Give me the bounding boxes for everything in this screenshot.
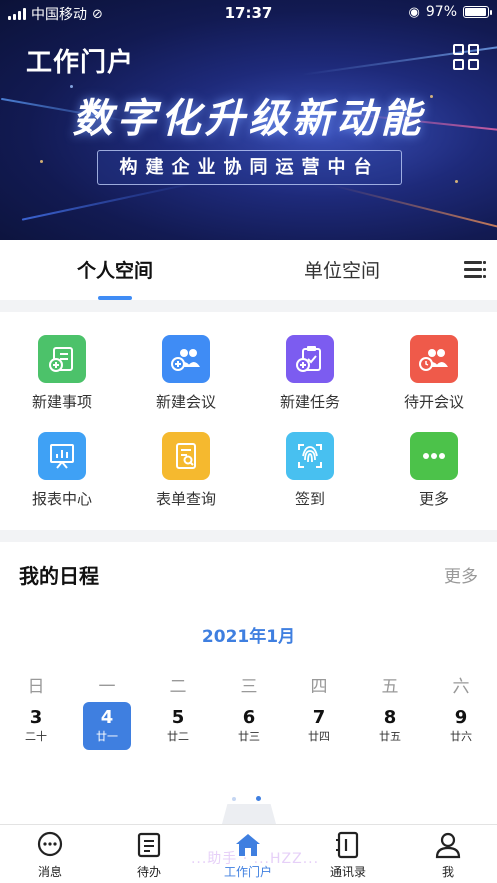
schedule-more-link[interactable]: 更多 [444,562,478,587]
weekday-label: 二 [169,677,187,697]
weekday-label: 三 [240,677,258,697]
watermark: ...助手 · ...HZZ... [190,851,320,867]
quick-action-label: 新建会议 [155,393,216,411]
lunar-date: 二十 [25,730,47,743]
schedule-title: 我的日程 [19,564,99,588]
lunar-date: 廿六 [450,730,472,743]
quick-action-label: 更多 [418,490,449,508]
lunar-date: 廿四 [308,730,330,743]
new-meeting-icon [162,335,210,383]
status-bar: 中国移动 ⊘ 17:37 ◉ 97% [0,0,497,26]
quick-action-more[interactable]: 更多 [372,432,496,509]
battery-percent: 97% [425,4,457,20]
banner-sparkle [455,180,458,183]
banner-sparkle [40,160,43,163]
lunar-date: 廿三 [238,730,260,743]
banner: 中国移动 ⊘ 17:37 ◉ 97% 工作门户 数字化升级新动能 构建企业协同运… [0,0,497,240]
quick-action-form-search[interactable]: 表单查询 [124,432,248,509]
weekday-label: 日 [27,677,45,697]
quick-action-sign-in[interactable]: 签到 [248,432,372,509]
orientation-lock-icon: ◉ [408,4,420,20]
page-title: 工作门户 [26,48,135,78]
day-number: 5 [171,707,185,728]
tab-unit-space[interactable]: 单位空间 [304,256,380,283]
form-search-icon [162,432,210,480]
weekday-label: 一 [98,677,116,697]
quick-action-label: 表单查询 [155,490,216,508]
lunar-date: 廿二 [167,730,189,743]
new-item-icon [38,335,86,383]
weekday-label: 六 [452,677,470,697]
nav-me[interactable]: 我 [413,831,483,880]
more-icon [410,432,458,480]
day-number: 9 [454,707,468,728]
report-icon [38,432,86,480]
my-schedule: 我的日程 更多 2021年1月 日 一 二 三 四 五 六 3 二十 4 廿一 5 廿… [0,542,497,824]
day-number: 6 [242,707,256,728]
quick-action-label: 待开会议 [403,393,464,411]
calendar-day[interactable]: 5 廿二 [154,702,202,750]
banner-streak [332,184,497,228]
calendar-month[interactable]: 2021年1月 [0,622,497,647]
quick-action-new-meeting[interactable]: 新建会议 [124,335,248,412]
quick-action-new-task[interactable]: 新建任务 [248,335,372,412]
expand-handle[interactable] [222,804,276,824]
quick-action-label: 签到 [294,490,325,508]
nav-label: 消息 [37,865,62,879]
calendar-day[interactable]: 7 廿四 [295,702,343,750]
fingerprint-icon [286,432,334,480]
day-number: 7 [312,707,326,728]
banner-slogan: 数字化升级新动能 [72,95,425,142]
weekday-label: 五 [381,677,399,697]
calendar-day[interactable]: 6 廿三 [225,702,273,750]
message-icon [36,831,64,859]
profile-icon [434,831,462,859]
day-number: 3 [29,707,43,728]
menu-icon[interactable] [464,261,486,279]
nav-label: 我 [441,865,454,879]
pending-meeting-icon [410,335,458,383]
quick-action-new-item[interactable]: 新建事项 [0,335,124,412]
tab-indicator [98,296,132,300]
quick-action-label: 新建任务 [279,393,340,411]
calendar-day-selected[interactable]: 4 廿一 [83,702,131,750]
space-tabs: 个人空间 单位空间 [0,240,497,300]
quick-action-label: 新建事项 [31,393,92,411]
lunar-date: 廿一 [96,730,118,743]
tab-personal-space[interactable]: 个人空间 [77,256,153,283]
weekday-label: 四 [310,677,328,697]
banner-streak [21,181,199,221]
calendar-day[interactable]: 8 廿五 [366,702,414,750]
quick-actions: 新建事项 新建会议 新建任务 待开会议 报表中心 表单查询 签到 更多 [0,312,497,530]
page-indicator [232,796,261,801]
quick-action-report-center[interactable]: 报表中心 [0,432,124,509]
apps-grid-icon[interactable] [453,44,479,70]
calendar-day[interactable]: 9 廿六 [437,702,485,750]
nav-messages[interactable]: 消息 [15,831,85,880]
banner-subtitle: 构建企业协同运营中台 [97,150,402,185]
new-task-icon [286,335,334,383]
quick-action-label: 报表中心 [31,490,92,508]
calendar-day[interactable]: 3 二十 [12,702,60,750]
day-number: 4 [100,707,114,728]
lunar-date: 廿五 [379,730,401,743]
battery-icon [463,6,492,18]
day-number: 8 [383,707,397,728]
quick-action-pending-meeting[interactable]: 待开会议 [372,335,496,412]
